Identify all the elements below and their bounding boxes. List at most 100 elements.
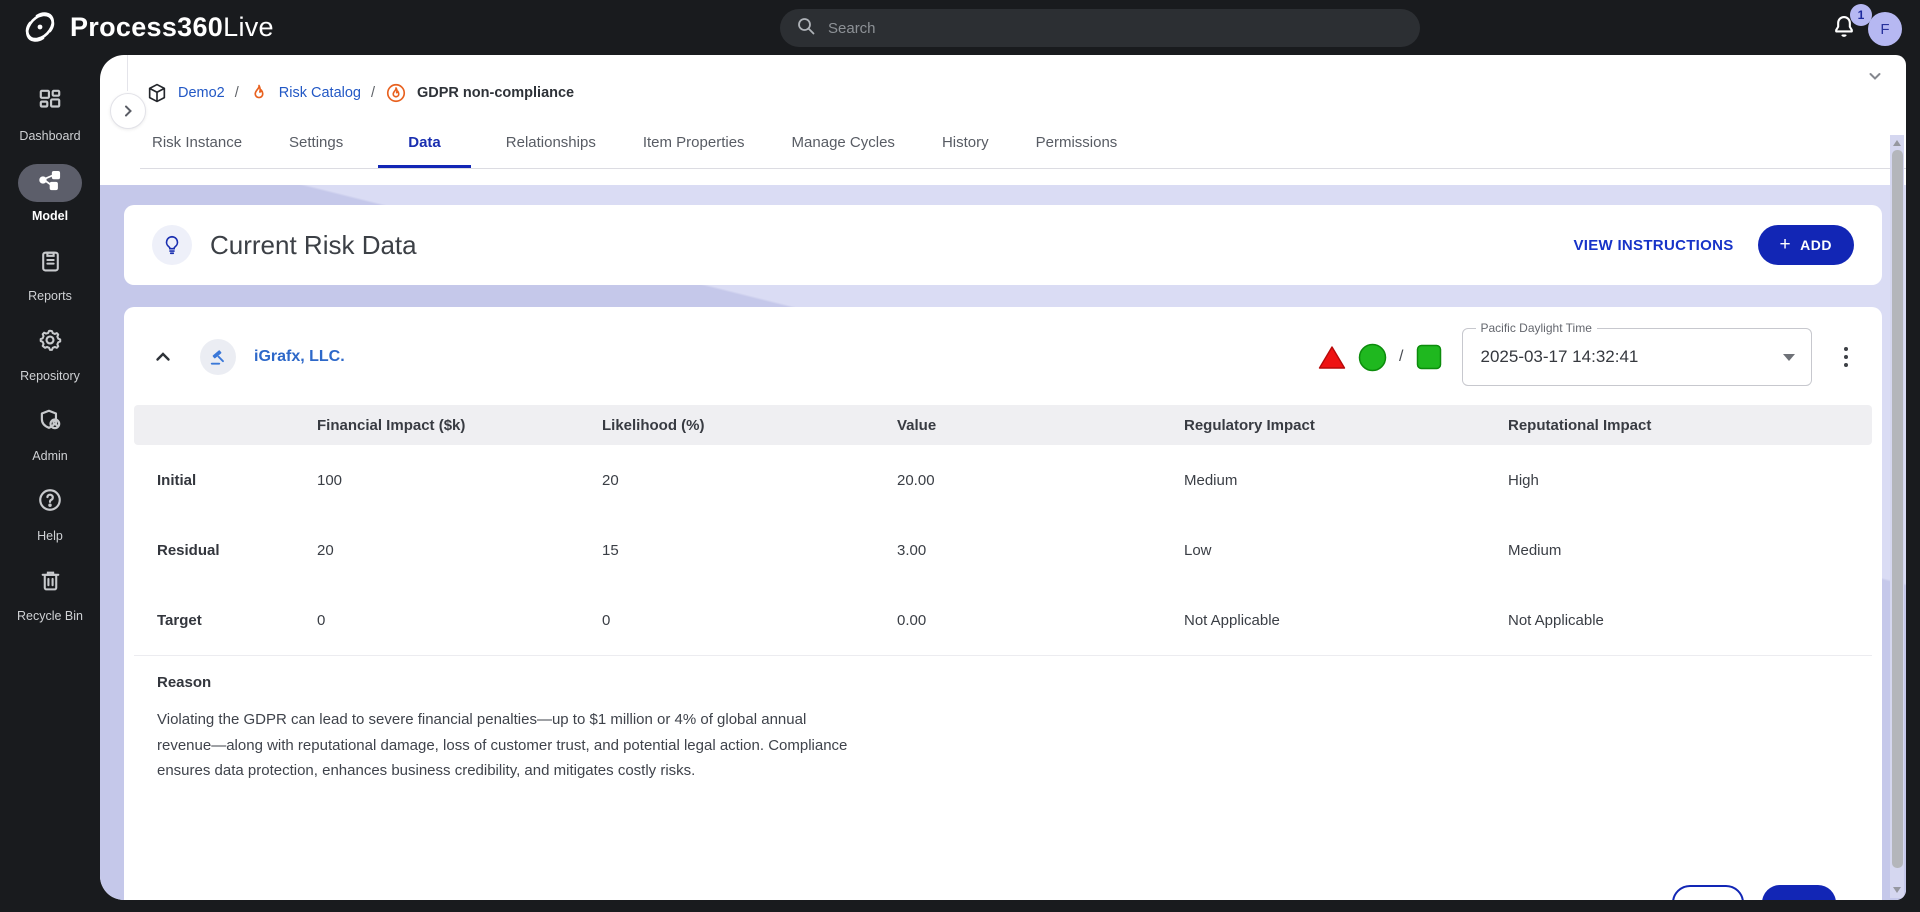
tab-item-properties[interactable]: Item Properties bbox=[631, 134, 757, 168]
add-button[interactable]: + ADD bbox=[1758, 225, 1854, 265]
vertical-scrollbar[interactable] bbox=[1890, 135, 1904, 898]
plus-icon: + bbox=[1780, 234, 1792, 256]
tab-settings[interactable]: Settings bbox=[277, 134, 355, 168]
global-search[interactable] bbox=[780, 9, 1420, 47]
trash-icon bbox=[38, 568, 63, 598]
risk-status-shapes: / bbox=[1318, 343, 1441, 372]
top-bar: Process360Live 1 F bbox=[0, 0, 1920, 55]
tab-manage-cycles[interactable]: Manage Cycles bbox=[780, 134, 907, 168]
table-cell: 20.00 bbox=[897, 472, 1184, 489]
expand-panel-button[interactable] bbox=[110, 93, 146, 129]
timestamp-value: 2025-03-17 14:32:41 bbox=[1463, 347, 1639, 367]
admin-shield-icon bbox=[37, 407, 63, 438]
table-cell: High bbox=[1508, 472, 1872, 489]
table-row: Target 0 0 0.00 Not Applicable Not Appli… bbox=[134, 585, 1872, 655]
entry-menu-button[interactable] bbox=[1840, 343, 1853, 372]
tab-relationships[interactable]: Relationships bbox=[494, 134, 608, 168]
sidebar-item-label: Help bbox=[37, 529, 63, 543]
user-avatar[interactable]: F bbox=[1868, 12, 1902, 46]
sidebar-item-label: Model bbox=[32, 209, 68, 223]
column-header: Regulatory Impact bbox=[1184, 417, 1508, 434]
green-square-icon bbox=[1416, 344, 1442, 370]
page-title: Current Risk Data bbox=[210, 230, 417, 261]
cancel-button-cutoff[interactable] bbox=[1672, 885, 1744, 900]
table-cell: 0 bbox=[602, 612, 897, 629]
timestamp-dropdown[interactable]: Pacific Daylight Time 2025-03-17 14:32:4… bbox=[1462, 328, 1812, 386]
table-cell: 0.00 bbox=[897, 612, 1184, 629]
scrollbar-thumb[interactable] bbox=[1892, 150, 1903, 868]
model-icon bbox=[37, 167, 63, 198]
breadcrumb-link-demo2[interactable]: Demo2 bbox=[178, 85, 225, 101]
app-title: Process360Live bbox=[70, 12, 274, 43]
risk-data-card: iGrafx, LLC. / Pacific Daylight Time 202… bbox=[124, 307, 1882, 900]
sidebar-item-help[interactable]: Help bbox=[0, 473, 100, 553]
table-cell: 20 bbox=[602, 472, 897, 489]
view-instructions-link[interactable]: VIEW INSTRUCTIONS bbox=[1573, 237, 1733, 254]
lightbulb-icon bbox=[152, 225, 192, 265]
sidebar-item-repository[interactable]: Repository bbox=[0, 313, 100, 393]
column-header: Financial Impact ($k) bbox=[317, 417, 602, 434]
cube-icon bbox=[146, 82, 168, 104]
risk-values-table: Financial Impact ($k) Likelihood (%) Val… bbox=[134, 405, 1872, 655]
collapse-header-button[interactable] bbox=[1866, 67, 1884, 90]
sidebar-item-label: Reports bbox=[28, 289, 72, 303]
save-button-cutoff[interactable] bbox=[1762, 885, 1836, 900]
column-header: Likelihood (%) bbox=[602, 417, 897, 434]
dropdown-caret-icon bbox=[1783, 354, 1795, 361]
sidebar-item-model[interactable]: Model bbox=[0, 153, 100, 233]
tab-permissions[interactable]: Permissions bbox=[1024, 134, 1130, 168]
table-header-row: Financial Impact ($k) Likelihood (%) Val… bbox=[134, 405, 1872, 445]
red-triangle-icon bbox=[1318, 345, 1346, 370]
gavel-icon bbox=[200, 339, 236, 375]
scroll-down-arrow-icon[interactable] bbox=[1893, 887, 1901, 893]
reports-icon bbox=[38, 248, 63, 278]
risk-entry-header-row: iGrafx, LLC. / Pacific Daylight Time 202… bbox=[124, 327, 1882, 387]
table-cell: Medium bbox=[1508, 542, 1872, 559]
risk-item-icon bbox=[385, 82, 407, 104]
sidebar-item-dashboard[interactable]: Dashboard bbox=[0, 73, 100, 153]
sidebar-item-label: Recycle Bin bbox=[17, 609, 83, 623]
table-cell: Medium bbox=[1184, 472, 1508, 489]
sidebar-item-label: Admin bbox=[32, 449, 67, 463]
help-icon bbox=[37, 487, 63, 518]
table-cell: Not Applicable bbox=[1184, 612, 1508, 629]
row-label: Target bbox=[157, 612, 317, 629]
search-input[interactable] bbox=[828, 20, 1404, 37]
main-panel: Demo2 / Risk Catalog / GDPR non-complian… bbox=[100, 55, 1906, 900]
tab-data[interactable]: Data bbox=[378, 134, 471, 168]
column-header: Value bbox=[897, 417, 1184, 434]
sidebar-item-recycle-bin[interactable]: Recycle Bin bbox=[0, 553, 100, 633]
shapes-separator: / bbox=[1399, 348, 1403, 366]
sidebar-item-reports[interactable]: Reports bbox=[0, 233, 100, 313]
notifications-button[interactable]: 1 bbox=[1830, 13, 1860, 43]
dashboard-icon bbox=[37, 87, 63, 118]
data-tab-content: Current Risk Data VIEW INSTRUCTIONS + AD… bbox=[100, 185, 1906, 900]
breadcrumb-link-risk-catalog[interactable]: Risk Catalog bbox=[279, 85, 361, 101]
sidebar-item-admin[interactable]: Admin bbox=[0, 393, 100, 473]
green-circle-icon bbox=[1358, 343, 1387, 372]
table-cell: 20 bbox=[317, 542, 602, 559]
column-header: Reputational Impact bbox=[1508, 417, 1872, 434]
reason-label: Reason bbox=[157, 674, 1849, 691]
chevron-down-icon bbox=[1866, 67, 1884, 85]
scroll-up-arrow-icon[interactable] bbox=[1893, 140, 1901, 146]
table-row: Initial 100 20 20.00 Medium High bbox=[134, 445, 1872, 515]
breadcrumb: Demo2 / Risk Catalog / GDPR non-complian… bbox=[100, 55, 1906, 105]
panel-divider bbox=[127, 55, 128, 91]
sidebar-item-label: Repository bbox=[20, 369, 80, 383]
sidebar-item-label: Dashboard bbox=[19, 129, 80, 143]
tab-risk-instance[interactable]: Risk Instance bbox=[140, 134, 254, 168]
tab-history[interactable]: History bbox=[930, 134, 1001, 168]
table-cell: 0 bbox=[317, 612, 602, 629]
tab-bar: Risk Instance Settings Data Relationship… bbox=[140, 119, 1906, 169]
current-risk-data-header: Current Risk Data VIEW INSTRUCTIONS + AD… bbox=[124, 205, 1882, 285]
risk-owner-link[interactable]: iGrafx, LLC. bbox=[254, 348, 345, 366]
table-row: Residual 20 15 3.00 Low Medium bbox=[134, 515, 1872, 585]
reason-section: Reason Violating the GDPR can lead to se… bbox=[134, 655, 1872, 784]
breadcrumb-separator: / bbox=[235, 85, 239, 101]
table-cell: 3.00 bbox=[897, 542, 1184, 559]
gear-icon bbox=[37, 327, 63, 358]
app-logo: Process360Live bbox=[22, 9, 274, 45]
collapse-entry-button[interactable] bbox=[154, 348, 172, 366]
table-cell: 15 bbox=[602, 542, 897, 559]
